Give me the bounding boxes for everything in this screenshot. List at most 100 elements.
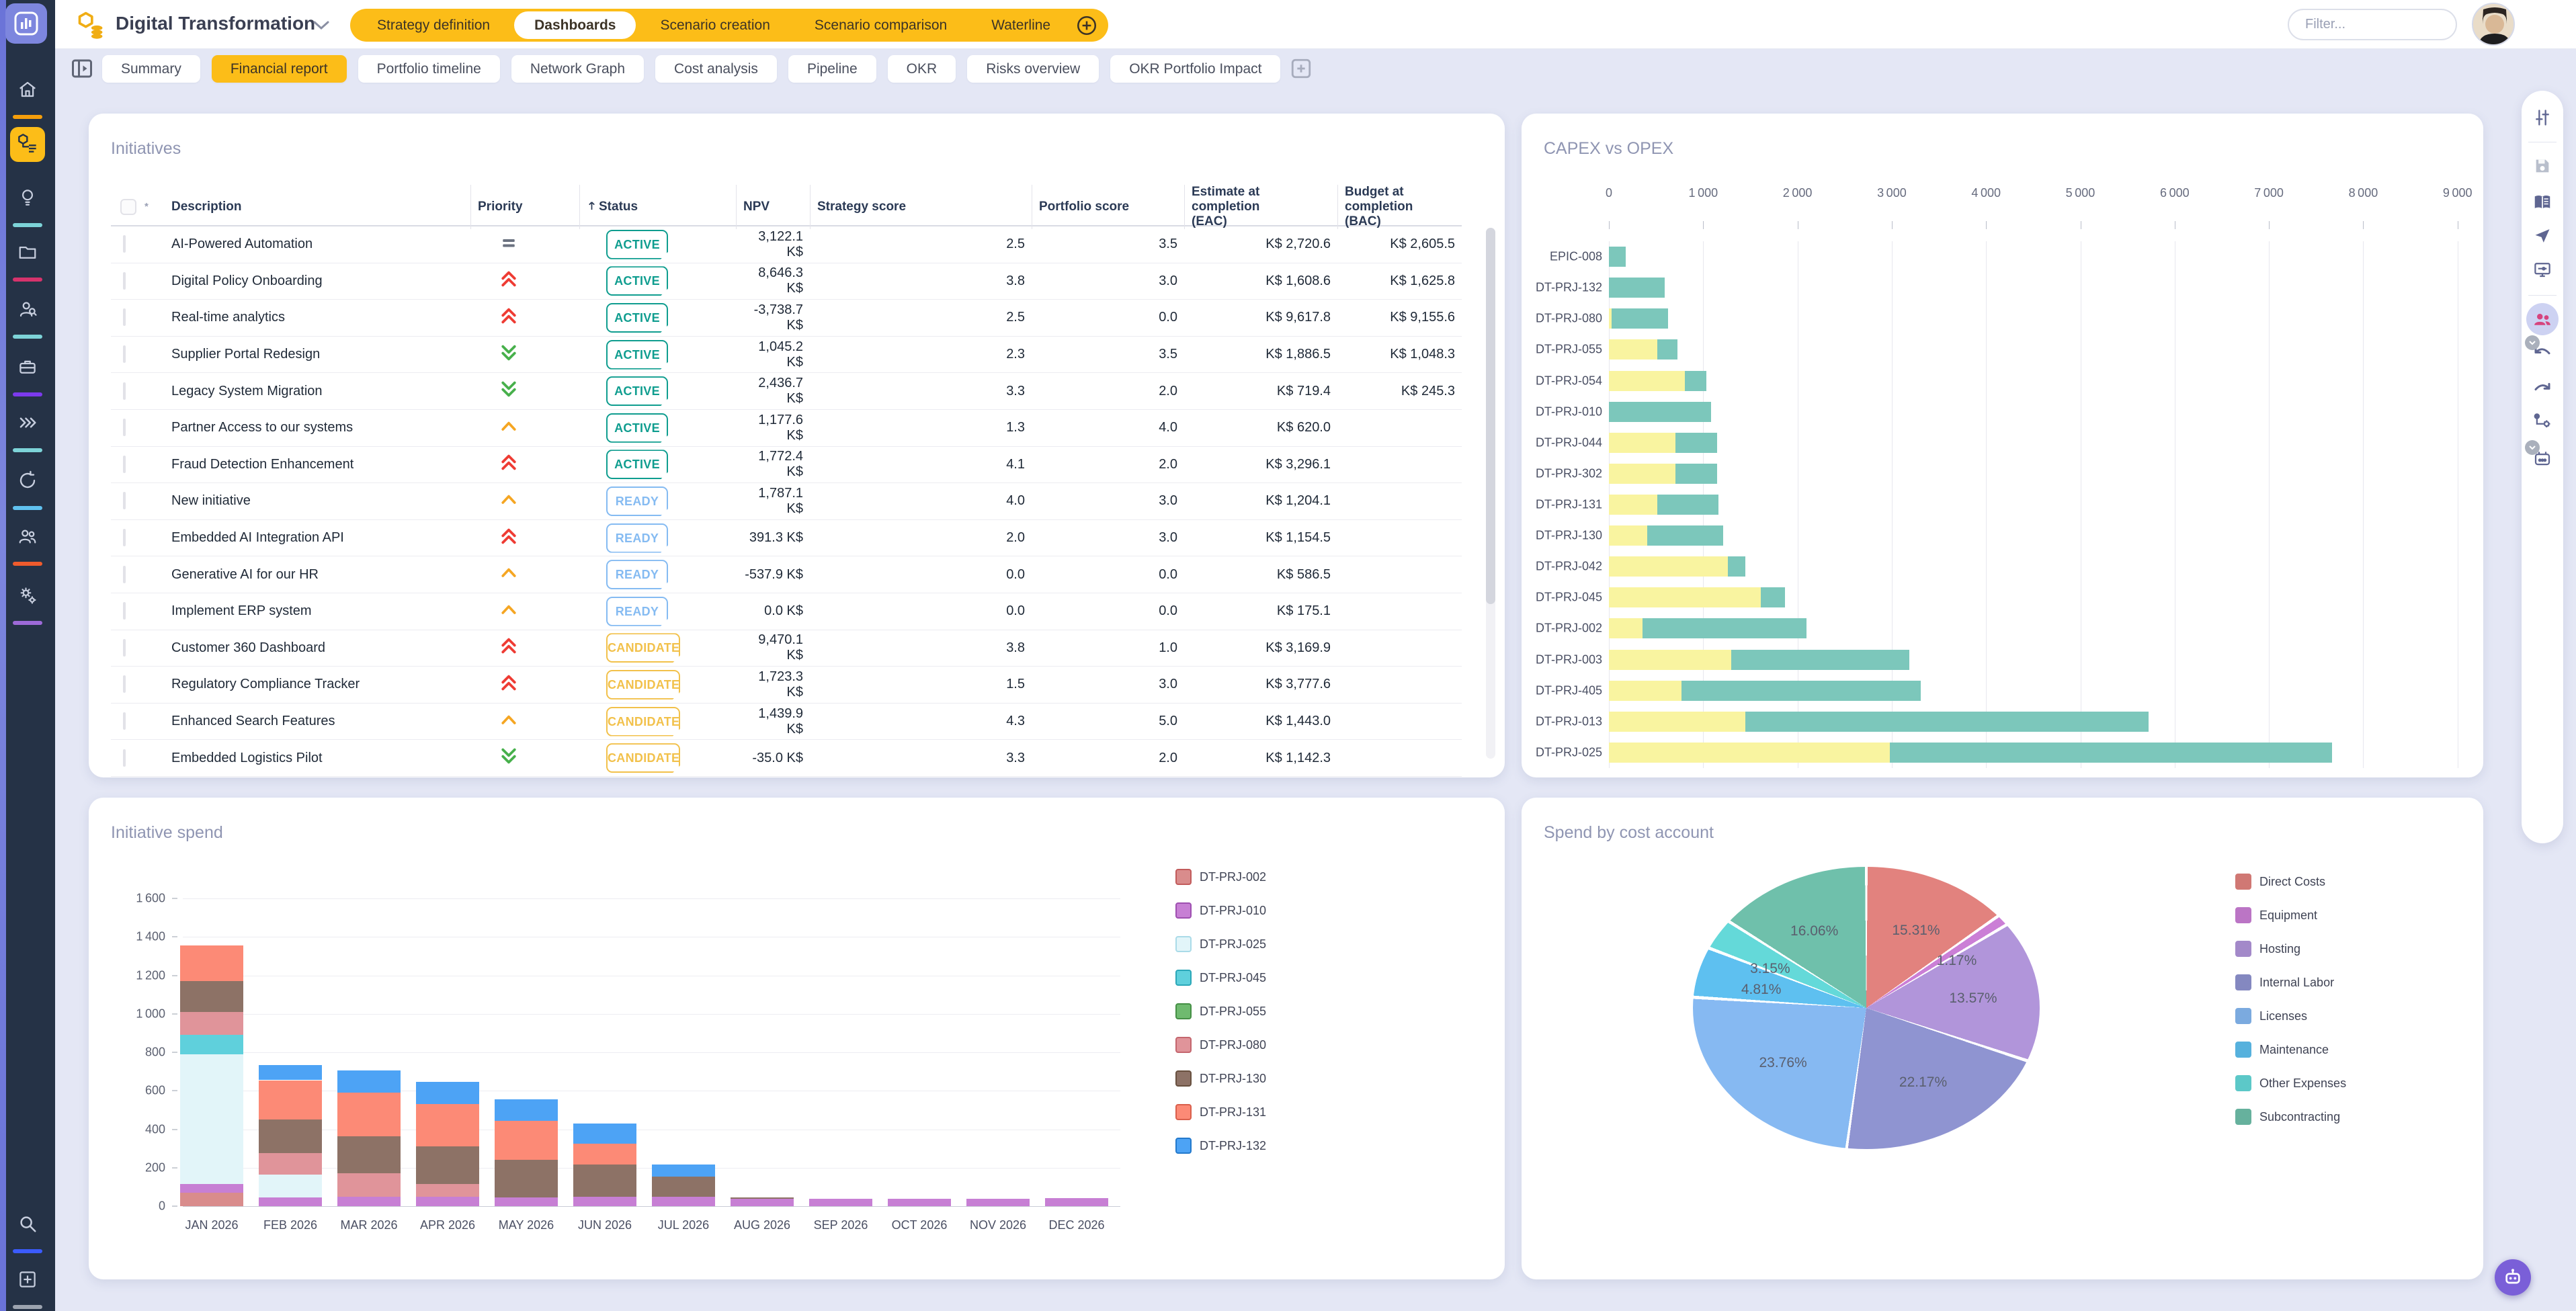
column-header-portfolio-score[interactable]: Portfolio score	[1032, 185, 1184, 229]
bar-segment-dt-prj-010[interactable]	[809, 1199, 872, 1206]
bar-segment-capex[interactable]	[1609, 556, 1728, 577]
subtab-summary[interactable]: Summary	[102, 55, 200, 83]
toolbar-undo-icon[interactable]	[2529, 341, 2556, 368]
bar-segment-dt-prj-080[interactable]	[416, 1184, 479, 1197]
table-row[interactable]: Regulatory Compliance TrackerCANDIDATE1,…	[111, 667, 1462, 704]
bar-segment-opex[interactable]	[1728, 556, 1746, 577]
bar-segment-dt-prj-132[interactable]	[652, 1165, 715, 1176]
row-checkbox[interactable]	[123, 456, 126, 473]
column-header-priority[interactable]: Priority	[470, 185, 579, 229]
legend-item[interactable]: Hosting	[2235, 941, 2300, 957]
sidebar-item-sync[interactable]	[12, 466, 43, 497]
legend-item[interactable]: Other Expenses	[2235, 1075, 2346, 1091]
bar-segment-dt-prj-010[interactable]	[1045, 1198, 1108, 1206]
sidebar-item-settings[interactable]	[12, 581, 43, 612]
bar-segment-capex[interactable]	[1609, 618, 1643, 638]
legend-item[interactable]: Licenses	[2235, 1008, 2307, 1024]
row-checkbox[interactable]	[123, 566, 126, 583]
toolbar-script-icon[interactable]	[2529, 446, 2556, 472]
table-row[interactable]: Partner Access to our systemsACTIVE1,177…	[111, 410, 1462, 447]
bar-segment-dt-prj-132[interactable]	[495, 1099, 558, 1120]
bar-segment-dt-prj-130[interactable]	[337, 1136, 401, 1174]
bar-segment-dt-prj-131[interactable]	[495, 1121, 558, 1160]
bar-segment-dt-prj-025[interactable]	[259, 1175, 322, 1197]
sidebar-item-resources[interactable]	[12, 295, 43, 326]
bar-segment-dt-prj-080[interactable]	[337, 1173, 401, 1196]
sidebar-item-ideas[interactable]	[12, 183, 43, 214]
table-row[interactable]: Generative AI for our HRREADY-537.9 K$0.…	[111, 556, 1462, 593]
bar-segment-opex[interactable]	[1890, 743, 2332, 763]
subtab-network-graph[interactable]: Network Graph	[511, 55, 644, 83]
toolbar-documentation-icon[interactable]	[2529, 189, 2556, 216]
bar-segment-dt-prj-131[interactable]	[337, 1093, 401, 1136]
subtab-financial-report[interactable]: Financial report	[212, 55, 347, 83]
bar-segment-opex[interactable]	[1745, 712, 2148, 732]
bar-segment-dt-prj-010[interactable]	[652, 1197, 715, 1206]
initiative-description[interactable]: Supplier Portal Redesign	[165, 347, 470, 362]
sidebar-item-projects[interactable]	[12, 238, 43, 269]
sidebar-item-search[interactable]	[12, 1210, 43, 1240]
tab-scenario-comparison[interactable]: Scenario comparison	[794, 11, 967, 39]
table-row[interactable]: Legacy System MigrationACTIVE2,436.7 K$3…	[111, 373, 1462, 410]
select-all-checkbox[interactable]	[120, 199, 136, 215]
table-row[interactable]: Implement ERP systemREADY0.0 K$0.00.0K$ …	[111, 593, 1462, 630]
column-header-npv[interactable]: NPV	[736, 185, 810, 229]
bar-segment-dt-prj-132[interactable]	[416, 1082, 479, 1104]
subtab-okr[interactable]: OKR	[888, 55, 956, 83]
initiative-description[interactable]: Embedded Logistics Pilot	[165, 751, 470, 766]
bar-segment-dt-prj-002[interactable]	[180, 1193, 243, 1206]
bar-segment-dt-prj-010[interactable]	[573, 1197, 636, 1206]
legend-item[interactable]: DT-PRJ-131	[1175, 1104, 1266, 1120]
initiative-description[interactable]: New initiative	[165, 493, 470, 509]
legend-item[interactable]: DT-PRJ-010	[1175, 902, 1266, 919]
bar-segment-capex[interactable]	[1609, 650, 1731, 670]
bar-segment-dt-prj-010[interactable]	[337, 1197, 401, 1206]
bar-segment-opex[interactable]	[1609, 278, 1665, 298]
bar-segment-dt-prj-130[interactable]	[495, 1160, 558, 1197]
subtab-pipeline[interactable]: Pipeline	[788, 55, 876, 83]
toolbar-presentation-icon[interactable]	[2529, 256, 2556, 283]
bar-segment-opex[interactable]	[1643, 618, 1806, 638]
legend-item[interactable]: Direct Costs	[2235, 874, 2325, 890]
sidebar-item-home[interactable]	[12, 75, 43, 106]
bar-segment-capex[interactable]	[1609, 433, 1675, 453]
tab-dashboards[interactable]: Dashboards	[514, 11, 636, 39]
tab-strategy-definition[interactable]: Strategy definition	[357, 11, 510, 39]
table-row[interactable]: Embedded Logistics PilotCANDIDATE-35.0 K…	[111, 740, 1462, 777]
tab-scenario-creation[interactable]: Scenario creation	[640, 11, 790, 39]
subtab-okr-portfolio-impact[interactable]: OKR Portfolio Impact	[1110, 55, 1280, 83]
legend-item[interactable]: DT-PRJ-025	[1175, 936, 1266, 952]
subtab-risks-overview[interactable]: Risks overview	[967, 55, 1099, 83]
table-row[interactable]: New initiativeREADY1,787.1 K$4.03.0K$ 1,…	[111, 483, 1462, 520]
initiative-description[interactable]: Regulatory Compliance Tracker	[165, 677, 470, 692]
filter-input[interactable]	[2288, 9, 2457, 40]
sidebar-item-team[interactable]	[12, 522, 43, 553]
table-row[interactable]: Embedded AI Integration APIREADY391.3 K$…	[111, 520, 1462, 557]
bar-segment-dt-prj-131[interactable]	[416, 1104, 479, 1146]
expand-panel-icon[interactable]	[70, 56, 94, 81]
bar-segment-dt-prj-010[interactable]	[731, 1199, 794, 1206]
bar-segment-capex[interactable]	[1609, 525, 1647, 546]
bar-segment-dt-prj-010[interactable]	[888, 1199, 951, 1206]
sidebar-item-work[interactable]	[12, 353, 43, 384]
app-logo[interactable]	[5, 3, 47, 44]
initiative-description[interactable]: Fraud Detection Enhancement	[165, 457, 470, 472]
legend-item[interactable]: DT-PRJ-080	[1175, 1037, 1266, 1053]
bar-segment-dt-prj-010[interactable]	[495, 1197, 558, 1206]
bar-segment-dt-prj-132[interactable]	[337, 1070, 401, 1093]
bar-segment-dt-prj-132[interactable]	[573, 1124, 636, 1144]
bar-segment-opex[interactable]	[1609, 402, 1711, 422]
bar-segment-dt-prj-080[interactable]	[259, 1153, 322, 1174]
bar-segment-dt-prj-131[interactable]	[259, 1081, 322, 1120]
initiative-description[interactable]: AI-Powered Automation	[165, 237, 470, 252]
initiative-description[interactable]: Embedded AI Integration API	[165, 530, 470, 546]
column-header-description[interactable]: Description	[165, 185, 470, 229]
row-checkbox[interactable]	[123, 492, 126, 509]
row-checkbox[interactable]	[123, 639, 126, 657]
row-checkbox[interactable]	[123, 675, 126, 693]
legend-item[interactable]: Maintenance	[2235, 1042, 2329, 1058]
legend-item[interactable]: DT-PRJ-045	[1175, 970, 1266, 986]
legend-item[interactable]: DT-PRJ-055	[1175, 1003, 1266, 1019]
bar-segment-dt-prj-130[interactable]	[416, 1146, 479, 1184]
row-checkbox[interactable]	[123, 235, 126, 253]
